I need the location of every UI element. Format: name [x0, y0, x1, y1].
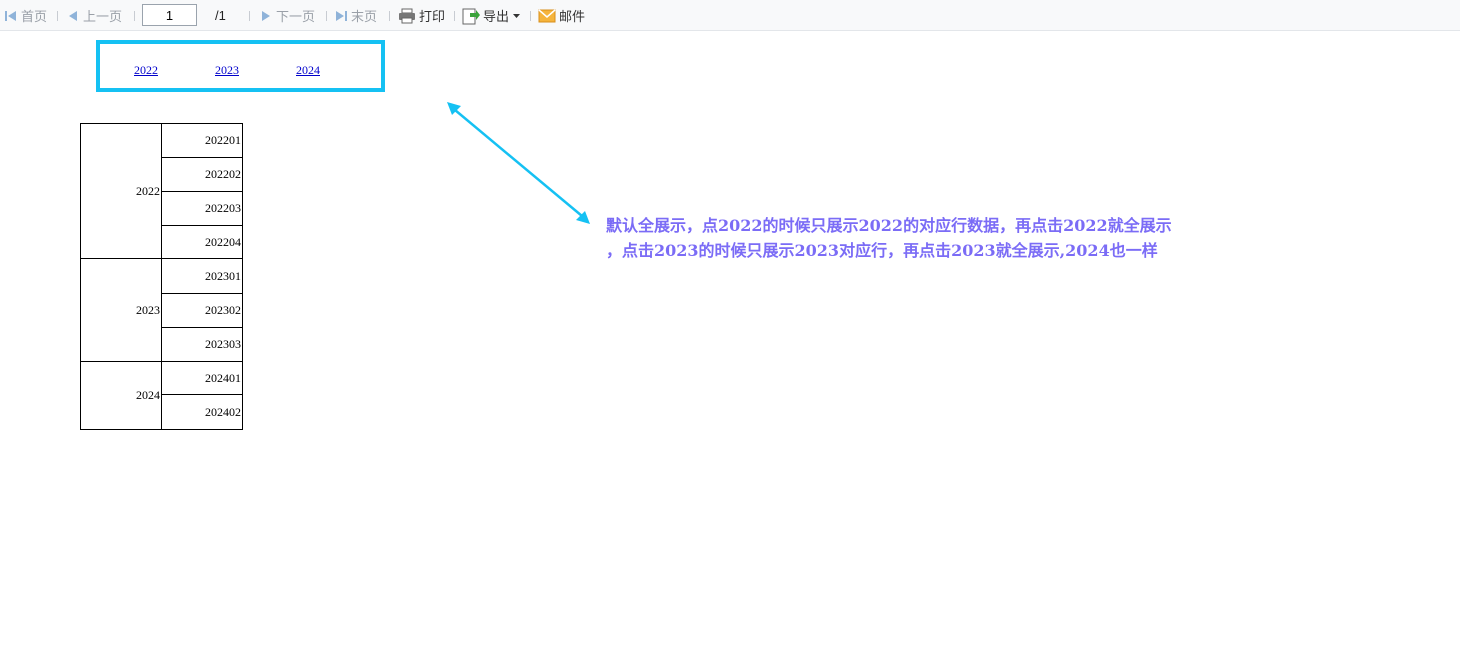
annotation-line-2: ，点击2023的时候只展示2023对应行，再点击2023就全展示,2024也一样: [606, 241, 1158, 260]
annotation-arrow: [447, 102, 590, 224]
arrow-line: [454, 109, 583, 217]
annotation-line-1: 默认全展示，点2022的时候只展示2022的对应行数据，再点击2022就全展示: [606, 216, 1172, 235]
annotation-text: 默认全展示，点2022的时候只展示2022的对应行数据，再点击2022就全展示 …: [606, 213, 1172, 263]
